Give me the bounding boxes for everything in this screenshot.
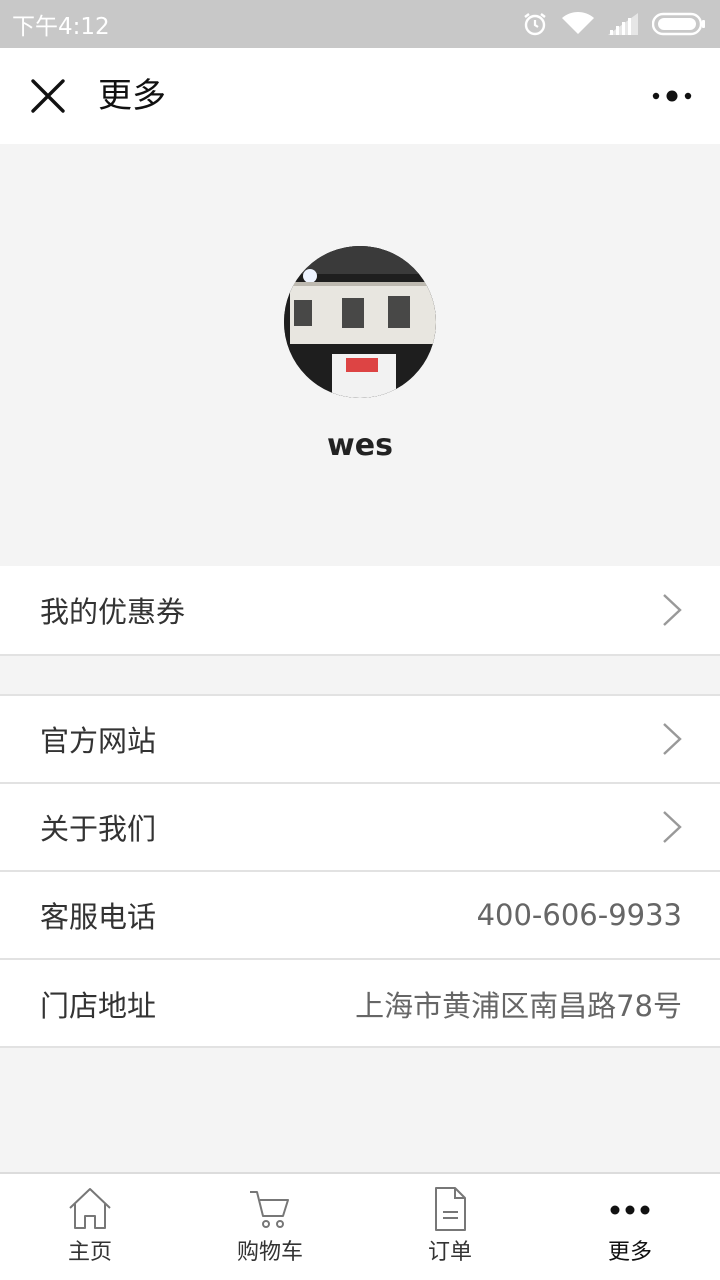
close-icon[interactable] [30, 78, 66, 114]
menu-group-info: 官方网站 关于我们 客服电话 400-606-9933 门店地址 上海市黄浦区南… [0, 694, 720, 1048]
chevron-right-icon [662, 810, 682, 844]
status-icons [522, 11, 706, 37]
cart-icon [247, 1186, 293, 1236]
battery-icon [652, 12, 706, 36]
coupons-item[interactable]: 我的优惠券 [0, 566, 720, 654]
coupons-label: 我的优惠券 [40, 595, 186, 629]
profile-section: wes [0, 144, 720, 566]
page-title: 更多 [98, 76, 166, 116]
tab-orders[interactable]: 订单 [360, 1174, 540, 1280]
username: wes [327, 428, 393, 463]
chevron-right-icon [662, 722, 682, 756]
store-address-value: 上海市黄浦区南昌路78号 [355, 989, 682, 1023]
tab-more-label: 更多 [607, 1240, 652, 1265]
tab-orders-label: 订单 [427, 1240, 472, 1265]
chevron-right-icon [662, 593, 682, 627]
website-item[interactable]: 官方网站 [0, 696, 720, 784]
nav-bar: 更多 [0, 48, 720, 144]
tab-cart[interactable]: 购物车 [180, 1174, 360, 1280]
more-options-icon[interactable] [648, 82, 696, 110]
avatar[interactable] [284, 246, 436, 398]
tab-more[interactable]: 更多 [540, 1174, 720, 1280]
about-us-item[interactable]: 关于我们 [0, 784, 720, 872]
tab-home-label: 主页 [67, 1240, 112, 1265]
website-label: 官方网站 [40, 724, 157, 758]
about-us-label: 关于我们 [40, 812, 157, 846]
signal-icon [608, 13, 638, 35]
divider [0, 1046, 720, 1048]
service-phone-label: 客服电话 [40, 900, 157, 934]
more-icon [607, 1186, 653, 1236]
tab-cart-label: 购物车 [236, 1240, 303, 1265]
tab-bar: 主页 购物车 订单 更多 [0, 1172, 720, 1280]
status-time: 下午4:12 [12, 14, 110, 40]
alarm-icon [522, 11, 548, 37]
document-icon [427, 1186, 473, 1236]
menu-group-coupons: 我的优惠券 [0, 566, 720, 656]
home-icon [67, 1186, 113, 1236]
store-address-item[interactable]: 门店地址 上海市黄浦区南昌路78号 [0, 960, 720, 1048]
store-address-label: 门店地址 [40, 989, 157, 1023]
status-bar: 下午4:12 [0, 0, 720, 48]
service-phone-value[interactable]: 400-606-9933 [477, 898, 682, 932]
tab-home[interactable]: 主页 [0, 1174, 180, 1280]
wifi-icon [562, 12, 594, 36]
service-phone-item[interactable]: 客服电话 400-606-9933 [0, 872, 720, 960]
